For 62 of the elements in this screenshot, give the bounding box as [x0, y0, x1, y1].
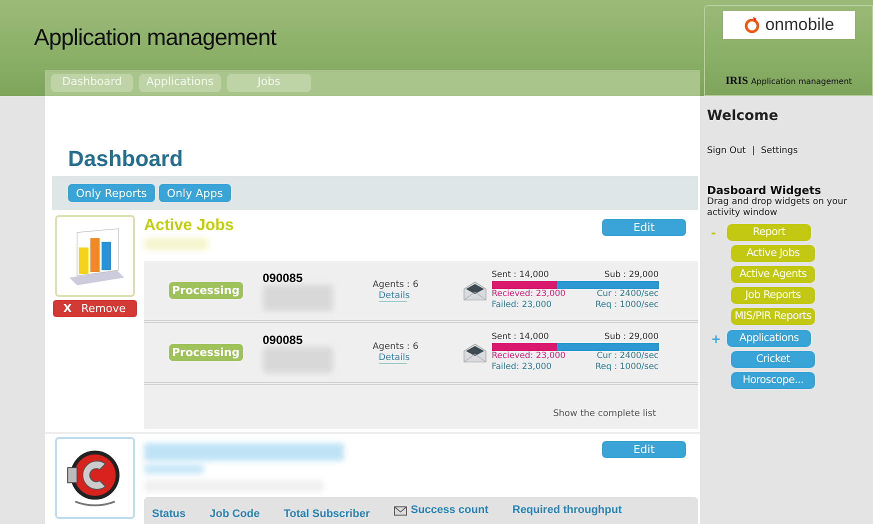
edit-button[interactable]: Edit: [602, 219, 686, 236]
product-subtitle: Application management: [751, 77, 852, 86]
status-badge: Processing: [169, 344, 243, 361]
widget-item[interactable]: Active Agents: [731, 266, 815, 283]
required-rate: Req : 1000/sec: [595, 362, 659, 373]
failed-count: Failed: 23,000: [492, 300, 552, 311]
filter-button[interactable]: Only Apps: [158, 184, 231, 202]
required-rate: Req : 1000/sec: [595, 300, 659, 311]
section-hint: Drag and drop widgets on your activity window: [707, 197, 848, 219]
widget-item[interactable]: Job Reports: [731, 287, 815, 304]
failed-count: Failed: 23,000: [492, 362, 552, 373]
widget-group[interactable]: Applications: [727, 330, 811, 347]
remove-button[interactable]: X Remove: [52, 300, 136, 317]
sub-count: Sub : 29,000: [604, 270, 659, 281]
details-link[interactable]: Details: [378, 352, 407, 364]
edit-button[interactable]: Edit: [602, 441, 686, 458]
nav-tab[interactable]: Dashboard: [51, 74, 133, 92]
details-link[interactable]: Details: [378, 290, 407, 302]
widget-title: Active Jobs: [144, 217, 234, 235]
tree-marker: +: [711, 332, 721, 346]
nav-tab[interactable]: Jobs: [227, 74, 311, 92]
column-heading: Required throughput: [512, 504, 622, 517]
blurred-placeholder: [144, 238, 208, 250]
sub-count: Sub : 29,000: [604, 332, 659, 343]
widget-item[interactable]: MIS/PIR Reports: [731, 308, 815, 325]
app-title: Application management: [34, 23, 276, 51]
account-link[interactable]: Sign Out: [707, 146, 746, 156]
ring-icon: [743, 16, 762, 34]
widget-item[interactable]: Cricket: [731, 351, 815, 368]
column-heading: Success count: [410, 504, 488, 517]
agents-count: Agents : 6: [372, 342, 420, 352]
current-rate: Cur : 2400/sec: [596, 351, 659, 362]
nav-tab[interactable]: Applications: [139, 74, 221, 92]
received-count: Recieved: 23,000: [492, 289, 566, 300]
tree-marker: -: [711, 226, 717, 240]
product-name: IRIS: [725, 75, 748, 87]
widget-item[interactable]: Active Jobs: [731, 245, 815, 262]
blurred-placeholder: [144, 464, 204, 474]
column-heading: Total Subscriber: [284, 508, 370, 521]
account-link[interactable]: Settings: [760, 146, 798, 156]
job-code: 090085: [262, 332, 304, 346]
received-count: Recieved: 23,000: [492, 351, 566, 362]
section-title: Dasboard Widgets: [707, 184, 822, 197]
current-rate: Cur : 2400/sec: [596, 289, 659, 300]
widget-group[interactable]: Report: [727, 224, 811, 241]
show-list-link[interactable]: Show the complete list: [553, 409, 656, 419]
welcome-heading: Welcome: [707, 108, 780, 124]
widget-item[interactable]: Horoscope...: [731, 372, 815, 389]
filter-button[interactable]: Only Reports: [68, 184, 155, 202]
page-title: Dashboard: [68, 146, 184, 172]
agents-count: Agents : 6: [372, 280, 420, 290]
envelope-icon: [462, 342, 487, 364]
column-heading: Job Code: [210, 508, 260, 521]
separator-text: |: [752, 146, 755, 156]
envelope-icon: [462, 280, 487, 302]
status-badge: Processing: [169, 282, 243, 299]
job-code: 090085: [262, 270, 304, 284]
sent-count: Sent : 14,000: [492, 332, 549, 343]
sent-count: Sent : 14,000: [492, 270, 549, 281]
envelope-icon: [394, 506, 407, 516]
logo-text: onmobile: [765, 15, 834, 35]
column-heading: Status: [152, 508, 186, 521]
